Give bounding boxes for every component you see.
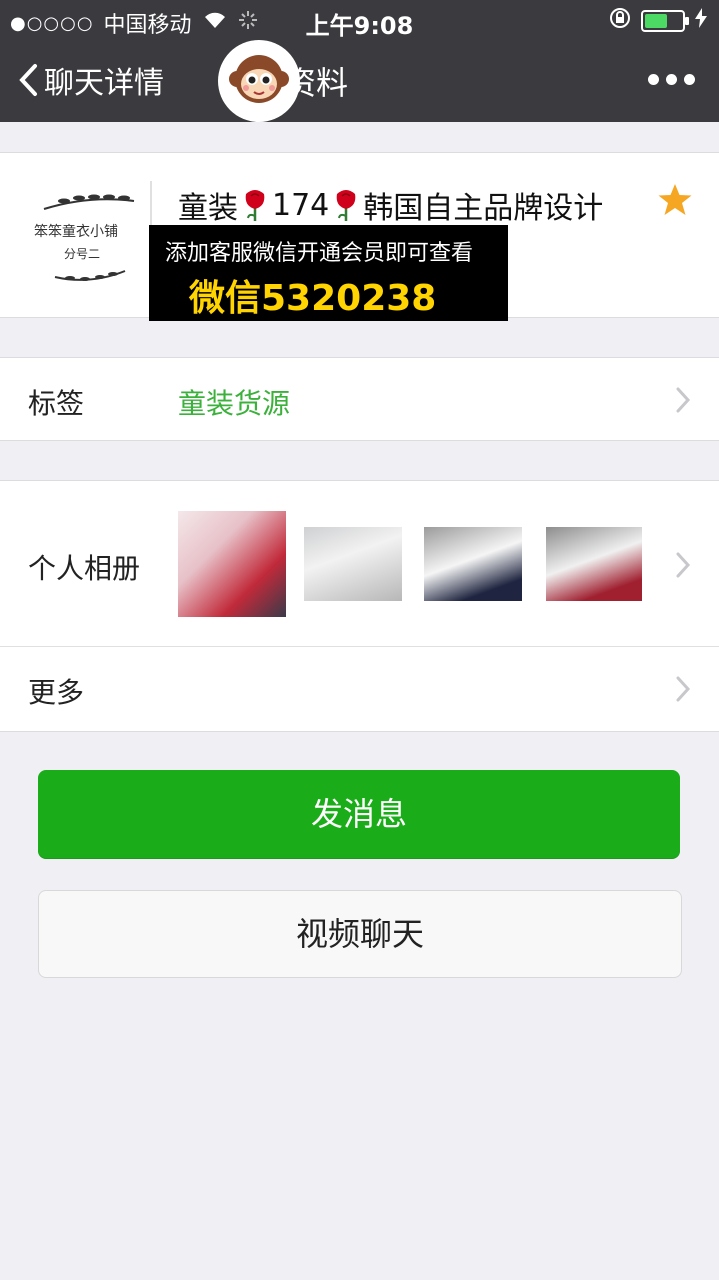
promo-overlay: 添加客服微信开通会员即可查看 微信5320238 [149,225,508,321]
back-button[interactable]: 聊天详情 [18,58,164,102]
rotation-lock-icon [609,7,631,35]
dot-icon [648,74,659,85]
top-bar: ●○○○○ 中国移动 上午9:08 聊天详情 详细资料 [0,0,719,122]
star-icon[interactable] [657,183,693,217]
back-label: 聊天详情 [44,66,164,101]
logo-text: 笨笨童衣小铺 [34,224,118,240]
album-row[interactable]: 个人相册 [0,481,719,646]
promo-line1: 添加客服微信开通会员即可查看 [165,241,474,266]
logo-subtext: 分号二 [64,247,101,261]
album-photo[interactable] [178,511,286,617]
leaf-decoration-icon [43,194,135,210]
more-label: 更多 [28,676,85,709]
tags-row[interactable]: 标签 童装货源 [0,357,719,441]
leaf-decoration-icon [54,270,126,281]
rose-icon [245,190,265,221]
dot-icon [684,74,695,85]
promo-wechat-id: 微信5320238 [189,278,437,319]
name-part1: 童装 [178,191,238,226]
chevron-right-icon [676,552,691,578]
profile-card[interactable]: 笨笨童衣小铺 分号二 童装 174 韩国自主品牌设计 添加客服微信开通会员即可查… [0,152,719,321]
battery-fill [645,14,667,28]
album-photo[interactable] [304,527,402,601]
dot-icon [666,74,677,85]
profile-logo[interactable]: 笨笨童衣小铺 分号二 [28,181,152,291]
more-row[interactable]: 更多 [0,647,719,731]
profile-name: 童装 174 韩国自主品牌设计 [178,183,603,227]
nav-bar: 聊天详情 详细资料 [0,40,719,122]
battery-icon [641,10,689,32]
video-chat-button[interactable]: 视频聊天 [38,890,682,978]
name-part2: 韩国自主品牌设计 [363,191,604,226]
status-bar: ●○○○○ 中国移动 上午9:08 [0,0,719,40]
tags-value: 童装货源 [178,387,291,420]
chevron-right-icon [676,676,691,702]
chevron-left-icon [19,64,37,96]
charging-icon [695,8,707,34]
tags-label: 标签 [28,387,85,420]
rose-icon [336,190,356,221]
chevron-right-icon [676,387,691,413]
album-label: 个人相册 [28,552,141,585]
album-photo[interactable] [424,527,522,601]
more-options-button[interactable] [648,74,695,85]
send-message-button[interactable]: 发消息 [38,770,680,858]
monkey-avatar-icon [218,40,300,122]
album-photo[interactable] [546,527,642,601]
name-number: 174 [272,187,330,223]
album-section: 个人相册 更多 [0,480,719,732]
status-right [609,7,707,35]
